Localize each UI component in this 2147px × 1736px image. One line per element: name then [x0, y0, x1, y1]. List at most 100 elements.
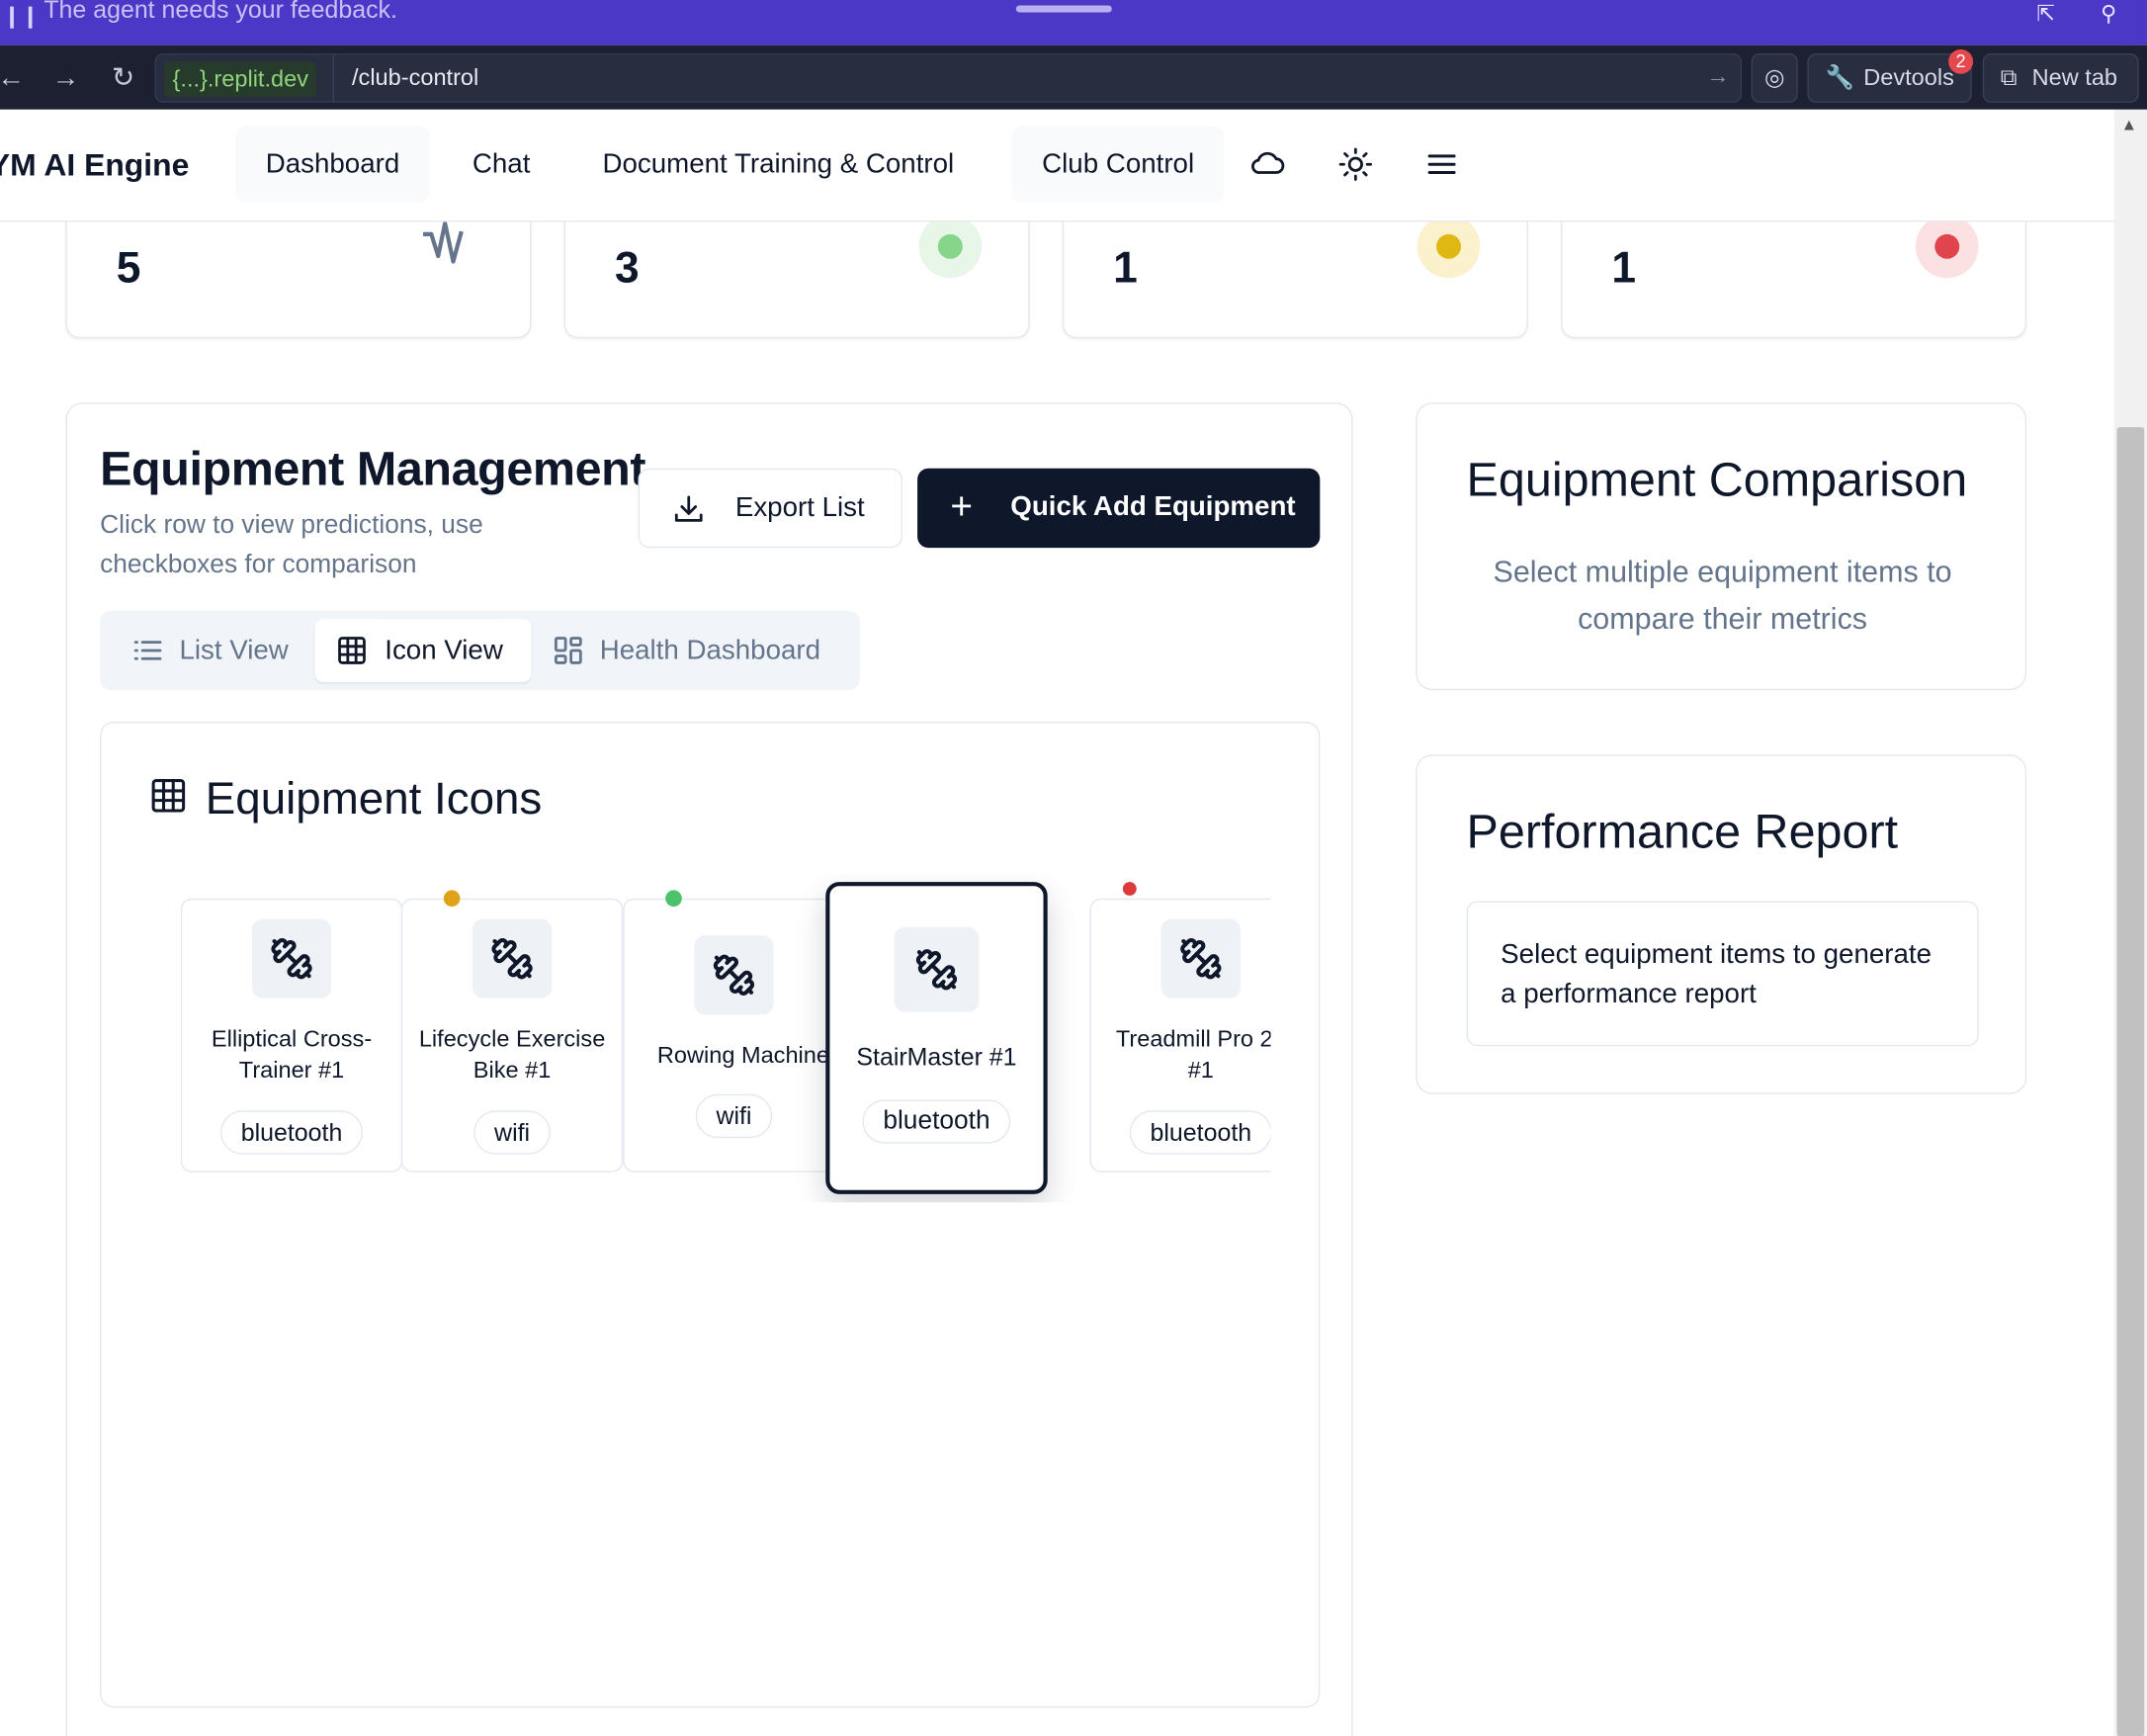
equipment-name: Rowing Machine [656, 1042, 829, 1069]
external-link-icon: ⧉ [2000, 64, 2018, 91]
back-icon[interactable]: ← [0, 61, 28, 94]
equipment-card[interactable]: Elliptical Cross- Trainer #1 bluetooth [180, 898, 403, 1172]
connection-badge: bluetooth [1129, 1110, 1271, 1155]
equipment-name: Lifecycle Exercise [418, 1025, 606, 1052]
scroll-up-icon[interactable]: ▲ [2121, 115, 2137, 133]
performance-report-title: Performance Report [1466, 805, 1899, 859]
export-list-label: Export List [734, 492, 865, 524]
activity-icon [423, 220, 464, 264]
cloud-icon[interactable] [1248, 145, 1287, 184]
equipment-comparison-card: Equipment Comparison Select multiple equ… [1416, 402, 2027, 691]
equipment-name-line2: #1 [1187, 1057, 1214, 1084]
dumbbell-icon [694, 935, 774, 1015]
equipment-carousel[interactable]: Elliptical Cross- Trainer #1 bluetooth L… [180, 874, 1271, 1202]
stat-value: 5 [116, 242, 141, 293]
nav-chat[interactable]: Chat [442, 126, 559, 203]
app-header: YM AI Engine Dashboard Chat Document Tra… [0, 109, 2114, 222]
connection-badge: bluetooth [862, 1099, 1011, 1144]
address-bar[interactable]: {...}.replit.dev /club-control → [154, 53, 1742, 103]
quick-add-label: Quick Add Equipment [1010, 491, 1296, 522]
new-tab-label: New tab [2031, 64, 2118, 91]
devtools-label: Devtools [1863, 64, 1954, 91]
url-path[interactable]: /club-control [352, 64, 478, 92]
download-icon [674, 495, 703, 522]
nav-document-training[interactable]: Document Training & Control [572, 126, 985, 203]
expand-icon[interactable]: ⇱ [2032, 0, 2060, 28]
equipment-card[interactable]: Treadmill Pro 20 #1 bluetooth [1089, 898, 1271, 1172]
equipment-name: Treadmill Pro 20 [1115, 1025, 1271, 1052]
devtools-button[interactable]: 🔧 Devtools [1807, 53, 1972, 103]
dumbbell-icon [251, 918, 332, 998]
menu-icon[interactable] [1422, 145, 1461, 184]
url-host: {...}.replit.dev [164, 61, 317, 98]
stat-value: 1 [1113, 242, 1138, 293]
performance-report-placeholder: Select equipment items to generate a per… [1466, 901, 1979, 1047]
export-list-button[interactable]: Export List [638, 468, 902, 549]
equipment-management-subtitle: Click row to view predictions, use check… [100, 510, 483, 579]
view-tabs: List View Icon View Health Dashboard [100, 610, 860, 691]
dumbbell-icon [1160, 918, 1241, 998]
dumbbell-icon [472, 918, 553, 998]
equipment-card-selected[interactable]: StairMaster #1 bluetooth [825, 882, 1048, 1194]
forward-icon[interactable]: → [49, 61, 82, 94]
connection-badge: wifi [473, 1110, 551, 1155]
equipment-name: StairMaster #1 [856, 1043, 1017, 1072]
palette-icon: ◎ [1763, 64, 1785, 91]
dashboard-icon [555, 637, 582, 664]
agent-feedback-message: The agent needs your feedback. [43, 0, 397, 24]
palette-button[interactable]: ◎ [1751, 53, 1798, 103]
page-scrollbar[interactable]: ▲ [2113, 109, 2147, 1736]
wrench-icon: 🔧 [1825, 64, 1854, 91]
green-status-dot [918, 215, 983, 279]
reload-icon[interactable]: ↻ [107, 61, 139, 94]
connection-badge: bluetooth [219, 1110, 364, 1155]
browser-toolbar: ← → ↻ {...}.replit.dev /club-control → ◎… [0, 44, 2147, 110]
red-status-dot [1915, 215, 1979, 279]
connection-badge: wifi [695, 1093, 773, 1139]
list-icon [133, 641, 162, 660]
status-dot-warning [443, 890, 461, 908]
yellow-status-dot [1417, 215, 1481, 279]
equipment-icons-title: Equipment Icons [205, 772, 543, 824]
stat-value: 1 [1611, 242, 1637, 293]
plus-icon: + [950, 484, 973, 528]
tab-icon-view[interactable]: Icon View [314, 619, 532, 682]
nav-club-control[interactable]: Club Control [1011, 126, 1225, 204]
equipment-management-title: Equipment Management [100, 442, 646, 496]
panel-toggle-icon[interactable]: ❙❙ [3, 3, 40, 31]
equipment-icons-panel: Equipment Icons Elliptical Cross- Traine… [100, 722, 1321, 1708]
status-dot-online [665, 890, 682, 908]
status-dot-offline [1120, 879, 1140, 899]
app-root: ❙❙ The agent needs your feedback. ⇱ ⚲ ← … [0, 0, 2147, 1736]
tab-list-view-label: List View [179, 635, 289, 666]
scrollbar-thumb[interactable] [2116, 427, 2145, 1736]
go-arrow-icon[interactable]: → [1706, 63, 1730, 91]
brand-title[interactable]: YM AI Engine [0, 146, 189, 183]
dumbbell-icon [894, 926, 980, 1012]
equipment-name-line2: Trainer #1 [238, 1057, 345, 1084]
equipment-comparison-hint: Select multiple equipment items to compa… [1493, 555, 1952, 636]
tab-health-dashboard[interactable]: Health Dashboard [534, 619, 851, 682]
equipment-management-card: Equipment Management Click row to view p… [65, 402, 1353, 1736]
grid-icon [151, 779, 186, 813]
performance-report-hint: Select equipment items to generate a per… [1501, 939, 1932, 1009]
stat-value: 3 [614, 242, 640, 293]
equipment-comparison-title: Equipment Comparison [1466, 453, 1968, 507]
nav-dashboard[interactable]: Dashboard [235, 126, 430, 204]
pin-icon[interactable]: ⚲ [2095, 0, 2122, 28]
quick-add-equipment-button[interactable]: + Quick Add Equipment [917, 468, 1321, 549]
equipment-name-line2: Bike #1 [472, 1057, 552, 1084]
performance-report-card: Performance Report Select equipment item… [1416, 754, 2027, 1094]
equipment-card[interactable]: Rowing Machine wifi [623, 898, 845, 1172]
sun-icon[interactable] [1336, 145, 1375, 184]
new-tab-button[interactable]: ⧉ New tab [1982, 53, 2139, 103]
equipment-name: Elliptical Cross- [211, 1025, 373, 1052]
url-divider [332, 54, 334, 102]
drag-handle[interactable] [1015, 5, 1112, 13]
tab-health-dashboard-label: Health Dashboard [599, 635, 821, 666]
equipment-card[interactable]: Lifecycle Exercise Bike #1 wifi [400, 898, 624, 1172]
tab-list-view[interactable]: List View [108, 619, 313, 682]
tab-icon-view-label: Icon View [385, 635, 503, 666]
agent-feedback-bar[interactable]: ❙❙ The agent needs your feedback. ⇱ ⚲ [0, 0, 2147, 45]
devtools-badge: 2 [1948, 48, 1974, 74]
